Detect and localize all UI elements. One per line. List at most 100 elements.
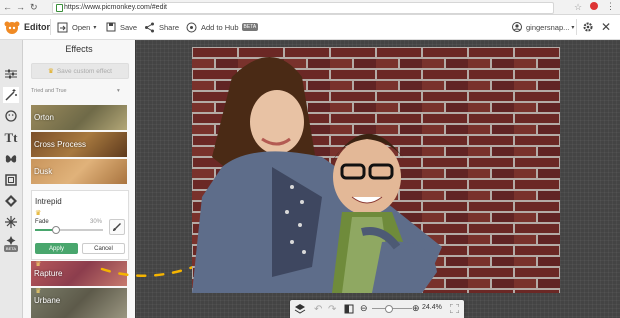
back-button[interactable]: ← — [3, 2, 12, 12]
photo-image — [192, 47, 560, 293]
zoom-level: 24.4% — [422, 304, 442, 311]
compare-icon — [344, 304, 354, 314]
effect-label: Cross Process — [34, 140, 87, 149]
fade-slider-handle[interactable] — [52, 226, 61, 234]
layers-button[interactable] — [294, 303, 306, 317]
forward-button[interactable]: → — [16, 2, 25, 12]
effect-label: Dusk — [34, 167, 53, 176]
rail-themes[interactable] — [3, 214, 19, 230]
magic-wand-icon — [5, 89, 17, 101]
divider — [576, 19, 577, 35]
beta-badge: BETA — [241, 23, 259, 31]
butterfly-icon — [5, 155, 17, 163]
lock-icon — [56, 4, 63, 12]
username: gingersnap... — [526, 22, 570, 32]
effect-tile-dusk[interactable]: Dusk — [31, 159, 127, 184]
crown-icon: ♛ — [35, 288, 42, 295]
rail-textures[interactable] — [3, 193, 19, 209]
app-name: Editor — [24, 22, 50, 32]
category-label: Tried and True — [31, 88, 67, 94]
crown-icon: ♛ — [35, 261, 42, 268]
rail-effects[interactable] — [3, 87, 19, 103]
chevron-down-icon: ▾ — [117, 88, 120, 94]
undo-icon: ↶ — [314, 304, 323, 315]
sparkle-icon — [6, 236, 16, 245]
apply-button[interactable]: Apply — [35, 243, 78, 254]
settings-button[interactable] — [582, 15, 594, 39]
redo-button[interactable]: ↷ — [328, 304, 336, 315]
open-button[interactable]: Open ▾ — [57, 15, 96, 39]
rail-beta-tool[interactable]: BETA — [3, 236, 19, 252]
paint-brush-button[interactable] — [109, 219, 125, 235]
canvas-toolbar: ↶ ↷ ⊖ ⊕ 24.4% — [290, 300, 464, 318]
tool-rail: Tt BETA — [0, 40, 23, 318]
user-icon — [512, 22, 522, 32]
category-dropdown[interactable]: Tried and True ▾ — [31, 88, 127, 98]
effect-name: Intrepid — [35, 197, 62, 206]
address-text: https://www.picmonkey.com/#edit — [64, 4, 167, 11]
effect-label: Rapture — [34, 269, 63, 278]
rail-basic-edits[interactable] — [3, 66, 19, 82]
edited-photo[interactable] — [192, 47, 560, 293]
hub-icon — [186, 22, 197, 32]
zoom-in-button[interactable]: ⊕ — [412, 303, 420, 314]
address-bar[interactable]: https://www.picmonkey.com/#edit — [52, 2, 554, 14]
effect-tile-urbane[interactable]: Urbane ♛ — [31, 288, 127, 318]
zoom-in-icon: ⊕ — [412, 303, 420, 313]
crown-icon: ♛ — [35, 210, 42, 217]
sliders-icon — [5, 69, 17, 79]
fade-slider[interactable] — [35, 226, 103, 234]
text-icon: Tt — [4, 130, 18, 145]
rail-touch-up[interactable] — [3, 108, 19, 124]
star-icon[interactable]: ☆ — [574, 2, 582, 13]
brush-icon — [113, 223, 121, 231]
logo[interactable]: Editor — [4, 15, 50, 39]
browser-toolbar: ← → ↻ https://www.picmonkey.com/#edit ☆ … — [0, 0, 620, 15]
cancel-button[interactable]: Cancel — [82, 243, 125, 254]
fit-to-screen-button[interactable] — [449, 303, 460, 315]
crown-icon: ♛ — [48, 68, 54, 75]
zoom-slider[interactable] — [372, 305, 412, 313]
rail-text[interactable]: Tt — [3, 130, 19, 146]
intrepid-settings: Intrepid ♛ Fade 30% Apply Cancel — [31, 190, 129, 260]
save-custom-label: Save custom effect — [56, 67, 112, 75]
chevron-down-icon: ▾ — [571, 24, 575, 31]
app-toolbar: Editor Open ▾ Save Share Add to Hub BETA… — [0, 15, 620, 40]
snowflake-icon — [5, 216, 17, 228]
hub-label: Add to Hub — [201, 22, 239, 32]
effect-label: Urbane — [34, 296, 61, 305]
close-icon: ✕ — [601, 20, 612, 34]
zoom-out-icon: ⊖ — [360, 303, 368, 313]
fade-value: 30% — [90, 219, 103, 225]
fade-label: Fade — [35, 219, 49, 225]
gear-icon — [583, 22, 593, 32]
effect-tile-orton[interactable]: Orton — [31, 105, 127, 130]
reload-button[interactable]: ↻ — [30, 2, 38, 13]
pinterest-icon[interactable] — [590, 2, 598, 10]
share-button[interactable]: Share — [144, 15, 179, 39]
add-to-hub-button[interactable]: Add to Hub BETA — [186, 15, 259, 39]
zoom-out-button[interactable]: ⊖ — [360, 303, 368, 314]
close-button[interactable]: ✕ — [601, 15, 611, 39]
compare-button[interactable] — [344, 304, 354, 316]
account-menu[interactable]: gingersnap... ▾ — [512, 15, 574, 39]
divider — [50, 19, 51, 35]
redo-icon: ↷ — [328, 304, 337, 315]
share-label: Share — [159, 22, 180, 32]
rail-overlays[interactable] — [3, 151, 19, 167]
undo-button[interactable]: ↶ — [314, 304, 322, 315]
beta-badge: BETA — [3, 245, 19, 252]
open-label: Open — [72, 22, 91, 32]
rail-frames[interactable] — [3, 172, 19, 188]
save-icon — [106, 22, 116, 32]
effect-tile-cross-process[interactable]: Cross Process — [31, 132, 127, 157]
chevron-down-icon: ▾ — [93, 24, 97, 31]
effect-label: Orton — [34, 113, 55, 122]
save-custom-effect-button[interactable]: ♛ Save custom effect — [31, 63, 129, 79]
face-icon — [5, 110, 17, 122]
zoom-slider-handle[interactable] — [385, 305, 393, 313]
save-button[interactable]: Save — [106, 15, 137, 39]
menu-icon[interactable]: ⋮ — [606, 1, 615, 12]
picmonkey-logo-icon — [4, 21, 20, 34]
texture-icon — [5, 195, 17, 207]
